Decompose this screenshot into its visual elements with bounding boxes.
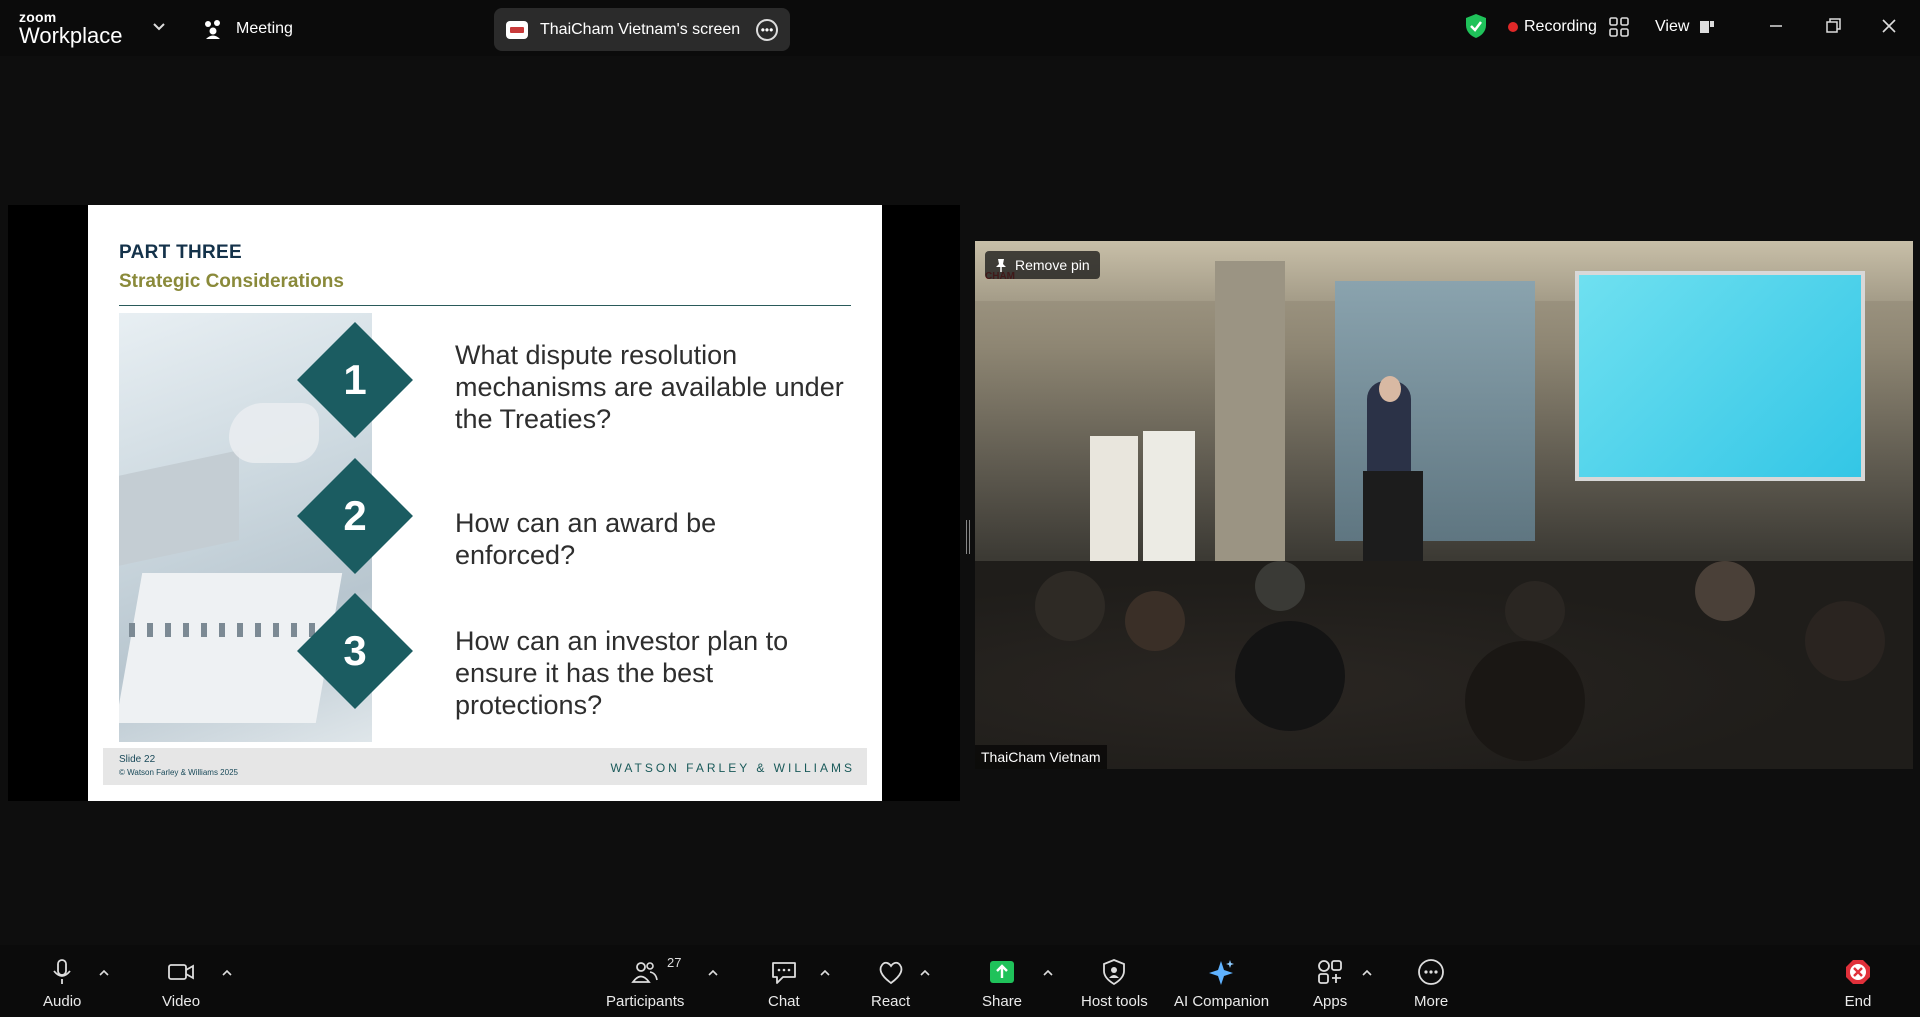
participant-video-tile[interactable]: CHAM Remove pin ThaiCham Vietnam [975,241,1913,769]
slide-copyright: © Watson Farley & Williams 2025 [119,768,238,777]
audio-label: Audio [43,993,82,1010]
sharer-flag-icon [506,20,528,39]
share-label-button: Share [982,993,1023,1010]
recording-label: Recording [1524,18,1597,35]
more-button[interactable]: More [1414,957,1448,1010]
chat-options-caret-icon[interactable] [819,967,831,979]
host-tools-label: Host tools [1081,993,1148,1010]
resize-handle[interactable] [966,520,970,554]
participant-name: ThaiCham Vietnam [975,745,1107,769]
remove-pin-label: Remove pin [1015,257,1090,273]
host-shield-icon [1103,959,1126,986]
react-button[interactable]: React [871,957,910,1010]
slide-footer: Slide 22 © Watson Farley & Williams 2025… [103,748,867,785]
restore-icon[interactable] [1821,14,1845,38]
audio-options-caret-icon[interactable] [98,967,110,979]
logo-big-text: Workplace [19,23,123,48]
participants-label: Participants [606,993,685,1010]
share-options-caret-icon[interactable] [1042,967,1054,979]
question-2: How can an award be enforced? [455,508,717,570]
apps-label: Apps [1313,993,1348,1010]
audio-button[interactable]: Audio [43,957,81,1010]
react-options-caret-icon[interactable] [919,967,931,979]
slide-part-heading: PART THREE [119,242,242,263]
share-label: ThaiCham Vietnam's screen [540,20,741,38]
more-options-icon[interactable]: ••• [756,18,778,41]
item-number-3: 3 [343,627,367,674]
host-tools-button[interactable]: Host tools [1081,957,1148,1010]
slide-number: Slide 22 [119,754,156,765]
pin-icon [996,259,1006,272]
top-bar: zoom Workplace Meeting ThaiCham Vietnam'… [0,0,1920,56]
remove-pin-button[interactable]: Remove pin [985,251,1100,279]
slide-brand: WATSON FARLEY & WILLIAMS [610,761,855,775]
question-1: What dispute resolution mechanisms are a… [455,340,844,434]
screen-share-indicator[interactable]: ThaiCham Vietnam's screen ••• [494,8,790,51]
apps-options-caret-icon[interactable] [1361,967,1373,979]
participants-icon [631,962,658,983]
heart-icon [879,961,902,985]
record-dot-icon [1508,22,1518,32]
question-3: How can an investor plan to ensure it ha… [455,626,789,720]
logo-small-text: zoom [19,9,57,25]
meeting-label: Meeting [236,20,293,37]
video-button[interactable]: Video [162,957,200,1010]
shared-screen: PART THREE Strategic Considerations 1 Wh… [8,205,960,801]
slide-subtitle: Strategic Considerations [119,271,344,292]
close-icon[interactable] [1877,14,1901,38]
meeting-icon [205,20,220,39]
video-options-caret-icon[interactable] [221,967,233,979]
react-label: React [871,993,911,1010]
end-meeting-button[interactable]: End [1843,957,1873,1010]
apps-button[interactable]: Apps [1313,957,1347,1010]
recording-indicator[interactable]: Recording [1508,14,1597,40]
chat-button[interactable]: Chat [768,957,800,1010]
zoom-workplace-logo[interactable]: zoom Workplace [19,10,123,47]
meeting-toolbar: Audio Video Participants 27 Chat React S… [0,945,1920,1017]
video-label: Video [162,993,201,1010]
share-button[interactable]: Share [982,957,1022,1010]
view-label: View [1655,18,1690,35]
presentation-slide: PART THREE Strategic Considerations 1 Wh… [88,205,882,801]
gallery-grid-icon[interactable] [1609,17,1629,37]
chat-label: Chat [768,993,800,1010]
chat-bubble-icon [771,962,796,984]
end-label: End [1844,993,1872,1010]
view-layout-icon [1700,21,1715,33]
microphone-icon [53,959,71,984]
share-screen-icon [990,961,1015,983]
minimize-icon[interactable] [1764,14,1788,38]
shield-check-icon[interactable] [1464,13,1488,39]
video-camera-icon [168,964,194,980]
more-label: More [1414,993,1449,1010]
item-number-1: 1 [343,356,367,403]
projector-screen [1575,271,1865,481]
participants-options-caret-icon[interactable] [707,967,719,979]
view-menu[interactable]: View [1655,14,1715,40]
ai-companion-button[interactable]: AI Companion [1174,957,1269,1010]
audience [975,561,1913,769]
ai-companion-label: AI Companion [1174,993,1270,1010]
more-dots-icon [1418,959,1444,985]
apps-icon [1318,960,1342,984]
slide-divider [119,305,851,306]
meeting-menu[interactable]: Meeting [202,18,293,40]
chevron-down-icon[interactable] [152,20,166,34]
sparkle-icon [1208,960,1234,985]
participants-count: 27 [667,955,682,970]
end-octagon-icon [1846,960,1870,984]
item-number-2: 2 [343,492,367,539]
